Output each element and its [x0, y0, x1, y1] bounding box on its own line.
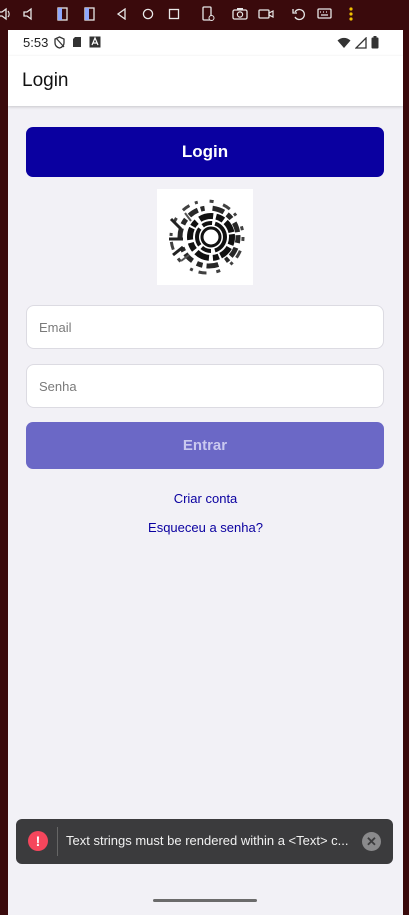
fold-icon[interactable] — [198, 4, 218, 24]
rotate-left-icon[interactable] — [53, 4, 73, 24]
keyboard-icon[interactable] — [315, 4, 335, 24]
home-icon[interactable] — [138, 4, 158, 24]
password-input[interactable] — [27, 365, 381, 407]
undo-icon[interactable] — [289, 4, 309, 24]
volume-down-icon[interactable] — [19, 4, 39, 24]
page-title: Login — [22, 70, 69, 91]
app-header: Login — [8, 56, 403, 106]
accessibility-a-icon — [89, 36, 101, 52]
toast-divider — [57, 827, 58, 856]
email-input[interactable] — [27, 306, 381, 348]
submit-login-button[interactable]: Entrar — [26, 422, 384, 469]
app-logo — [157, 189, 253, 285]
back-icon[interactable] — [112, 4, 132, 24]
login-banner: Login — [26, 127, 384, 177]
volume-up-icon[interactable] — [0, 4, 14, 24]
record-icon[interactable] — [256, 4, 276, 24]
battery-icon — [371, 36, 379, 52]
status-bar: 5:53 — [8, 30, 403, 56]
more-icon[interactable] — [341, 4, 361, 24]
toast-message: Text strings must be rendered within a <… — [66, 833, 349, 848]
sd-card-icon — [72, 36, 82, 52]
close-icon[interactable]: ✕ — [362, 832, 381, 851]
create-account-link[interactable]: Criar conta — [8, 491, 403, 506]
email-field[interactable] — [26, 305, 384, 349]
status-time: 5:53 — [23, 35, 49, 50]
home-indicator[interactable] — [153, 899, 257, 902]
overview-icon[interactable] — [164, 4, 184, 24]
password-field[interactable] — [26, 364, 384, 408]
rotate-right-icon[interactable] — [79, 4, 99, 24]
cell-signal-icon — [354, 35, 367, 52]
privacy-shield-icon — [54, 36, 65, 52]
error-toast[interactable]: ! Text strings must be rendered within a… — [16, 819, 393, 864]
phone-screen: 5:53 Login Login Email Entrar Criar cont… — [8, 30, 403, 915]
camera-icon[interactable] — [230, 4, 250, 24]
wifi-icon — [337, 37, 351, 52]
status-icons-left — [54, 36, 101, 52]
error-icon: ! — [28, 831, 48, 851]
status-icons-right — [337, 35, 379, 52]
logo-circular-graphic — [169, 199, 245, 275]
forgot-password-link[interactable]: Esqueceu a senha? — [8, 520, 403, 535]
submit-login-label: Entrar — [182, 437, 228, 454]
login-banner-label: Login — [181, 142, 229, 161]
emulator-toolbar — [0, 0, 409, 28]
